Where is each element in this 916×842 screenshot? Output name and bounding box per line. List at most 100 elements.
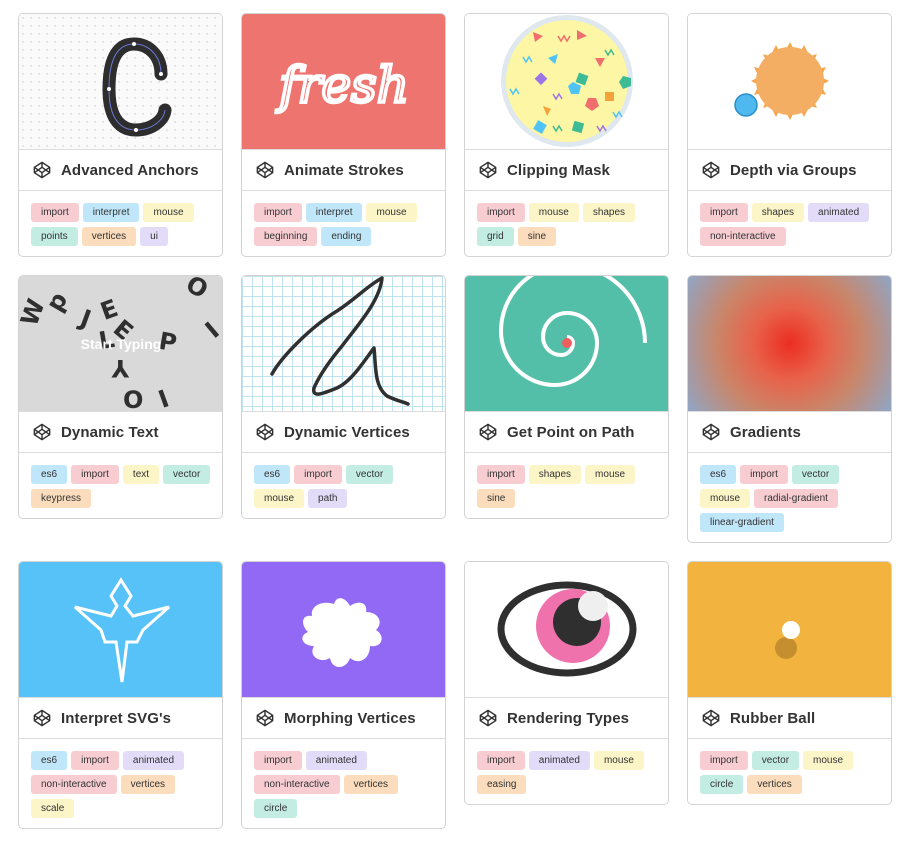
- tag[interactable]: vertices: [81, 227, 137, 246]
- tag[interactable]: scale: [31, 799, 75, 818]
- card-get-point-on-path[interactable]: Get Point on Path import shapes mouse si…: [464, 275, 669, 519]
- tag[interactable]: import: [254, 751, 302, 770]
- card-title: Depth via Groups: [730, 161, 857, 179]
- tag[interactable]: circle: [700, 775, 744, 794]
- tag[interactable]: import: [477, 203, 525, 222]
- tag[interactable]: animated: [122, 751, 185, 770]
- tag[interactable]: es6: [31, 751, 68, 770]
- tag[interactable]: mouse: [366, 203, 417, 222]
- tag[interactable]: beginning: [254, 227, 318, 246]
- tag[interactable]: non-interactive: [31, 775, 117, 794]
- tag[interactable]: text: [122, 465, 160, 484]
- tag[interactable]: shapes: [582, 203, 636, 222]
- thumbnail-clipping-mask[interactable]: [465, 14, 668, 150]
- tag[interactable]: animated: [528, 751, 590, 770]
- tag[interactable]: animated: [305, 751, 367, 770]
- tag[interactable]: sine: [517, 227, 557, 246]
- thumbnail-gradients[interactable]: [688, 276, 891, 412]
- tag[interactable]: mouse: [528, 203, 579, 222]
- tag[interactable]: vertices: [120, 775, 176, 794]
- tag[interactable]: interpret: [305, 203, 363, 222]
- card-depth-via-groups[interactable]: Depth via Groups import shapes animated …: [687, 13, 892, 257]
- star-outline-art: [74, 577, 170, 683]
- tag[interactable]: linear-gradient: [700, 513, 784, 532]
- card-title-row[interactable]: Clipping Mask: [465, 150, 668, 191]
- thumbnail-rubber-ball[interactable]: [688, 562, 891, 698]
- tag[interactable]: circle: [254, 799, 298, 818]
- tag[interactable]: points: [31, 227, 78, 246]
- tag[interactable]: import: [71, 751, 119, 770]
- card-title-row[interactable]: Get Point on Path: [465, 412, 668, 453]
- tag[interactable]: import: [477, 465, 525, 484]
- thumbnail-get-point-on-path[interactable]: [465, 276, 668, 412]
- tag[interactable]: shapes: [528, 465, 582, 484]
- thumbnail-interpret-svgs[interactable]: [19, 562, 222, 698]
- card-morphing-vertices[interactable]: Morphing Vertices import animated non-in…: [241, 561, 446, 829]
- spiral-art: [498, 276, 647, 388]
- tag[interactable]: mouse: [585, 465, 636, 484]
- thumbnail-morphing-vertices[interactable]: [242, 562, 445, 698]
- tag[interactable]: ui: [140, 227, 168, 246]
- tag[interactable]: import: [700, 751, 748, 770]
- tag[interactable]: es6: [700, 465, 737, 484]
- tag[interactable]: vertices: [747, 775, 802, 794]
- tag[interactable]: mouse: [254, 489, 305, 508]
- tag[interactable]: import: [740, 465, 788, 484]
- tag[interactable]: es6: [31, 465, 68, 484]
- tag[interactable]: vector: [791, 465, 840, 484]
- card-title-row[interactable]: Dynamic Vertices: [242, 412, 445, 453]
- tag[interactable]: easing: [477, 775, 527, 794]
- card-advanced-anchors[interactable]: Advanced Anchors import interpret mouse …: [18, 13, 223, 257]
- tag[interactable]: keypress: [31, 489, 92, 508]
- card-title-row[interactable]: Rubber Ball: [688, 698, 891, 739]
- card-title-row[interactable]: Animate Strokes: [242, 150, 445, 191]
- tag[interactable]: mouse: [593, 751, 644, 770]
- tag[interactable]: es6: [254, 465, 291, 484]
- tag[interactable]: vector: [345, 465, 394, 484]
- thumbnail-rendering-types[interactable]: [465, 562, 668, 698]
- card-gradients[interactable]: Gradients es6 import vector mouse radial…: [687, 275, 892, 543]
- card-title-row[interactable]: Gradients: [688, 412, 891, 453]
- tag[interactable]: path: [308, 489, 348, 508]
- tag[interactable]: vector: [751, 751, 800, 770]
- card-title-row[interactable]: Advanced Anchors: [19, 150, 222, 191]
- tag[interactable]: shapes: [751, 203, 805, 222]
- tag[interactable]: ending: [321, 227, 372, 246]
- tag[interactable]: sine: [477, 489, 516, 508]
- thumbnail-animate-strokes[interactable]: fresh: [242, 14, 445, 150]
- card-dynamic-vertices[interactable]: Dynamic Vertices es6 import vector mouse…: [241, 275, 446, 519]
- tag-list: es6 import vector mouse radial-gradient …: [688, 453, 891, 542]
- tag[interactable]: import: [477, 751, 525, 770]
- tag[interactable]: non-interactive: [700, 227, 786, 246]
- tag[interactable]: animated: [808, 203, 870, 222]
- card-interpret-svgs[interactable]: Interpret SVG's es6 import animated non-…: [18, 561, 223, 829]
- tag[interactable]: interpret: [82, 203, 140, 222]
- card-title-row[interactable]: Morphing Vertices: [242, 698, 445, 739]
- thumbnail-depth-via-groups[interactable]: [688, 14, 891, 150]
- tag[interactable]: mouse: [700, 489, 751, 508]
- card-title-row[interactable]: Dynamic Text: [19, 412, 222, 453]
- tag[interactable]: import: [294, 465, 342, 484]
- thumbnail-advanced-anchors[interactable]: [19, 14, 222, 150]
- card-dynamic-text[interactable]: W d J E E L P O I Y O I Start Typing Dyn…: [18, 275, 223, 519]
- card-title-row[interactable]: Depth via Groups: [688, 150, 891, 191]
- card-title-row[interactable]: Interpret SVG's: [19, 698, 222, 739]
- card-animate-strokes[interactable]: fresh Animate Strokes import interpret m…: [241, 13, 446, 257]
- thumbnail-dynamic-text[interactable]: W d J E E L P O I Y O I Start Typing: [19, 276, 222, 412]
- tag[interactable]: grid: [477, 227, 514, 246]
- tag[interactable]: vertices: [343, 775, 399, 794]
- tag[interactable]: import: [31, 203, 79, 222]
- thumbnail-dynamic-vertices[interactable]: [242, 276, 445, 412]
- tag[interactable]: vector: [163, 465, 211, 484]
- card-clipping-mask[interactable]: Clipping Mask import mouse shapes grid s…: [464, 13, 669, 257]
- tag[interactable]: import: [254, 203, 302, 222]
- card-rubber-ball[interactable]: Rubber Ball import vector mouse circle v…: [687, 561, 892, 805]
- card-rendering-types[interactable]: Rendering Types import animated mouse ea…: [464, 561, 669, 805]
- card-title-row[interactable]: Rendering Types: [465, 698, 668, 739]
- tag[interactable]: import: [700, 203, 748, 222]
- tag[interactable]: non-interactive: [254, 775, 340, 794]
- tag[interactable]: mouse: [803, 751, 854, 770]
- tag[interactable]: mouse: [143, 203, 194, 222]
- tag[interactable]: radial-gradient: [754, 489, 838, 508]
- tag[interactable]: import: [71, 465, 119, 484]
